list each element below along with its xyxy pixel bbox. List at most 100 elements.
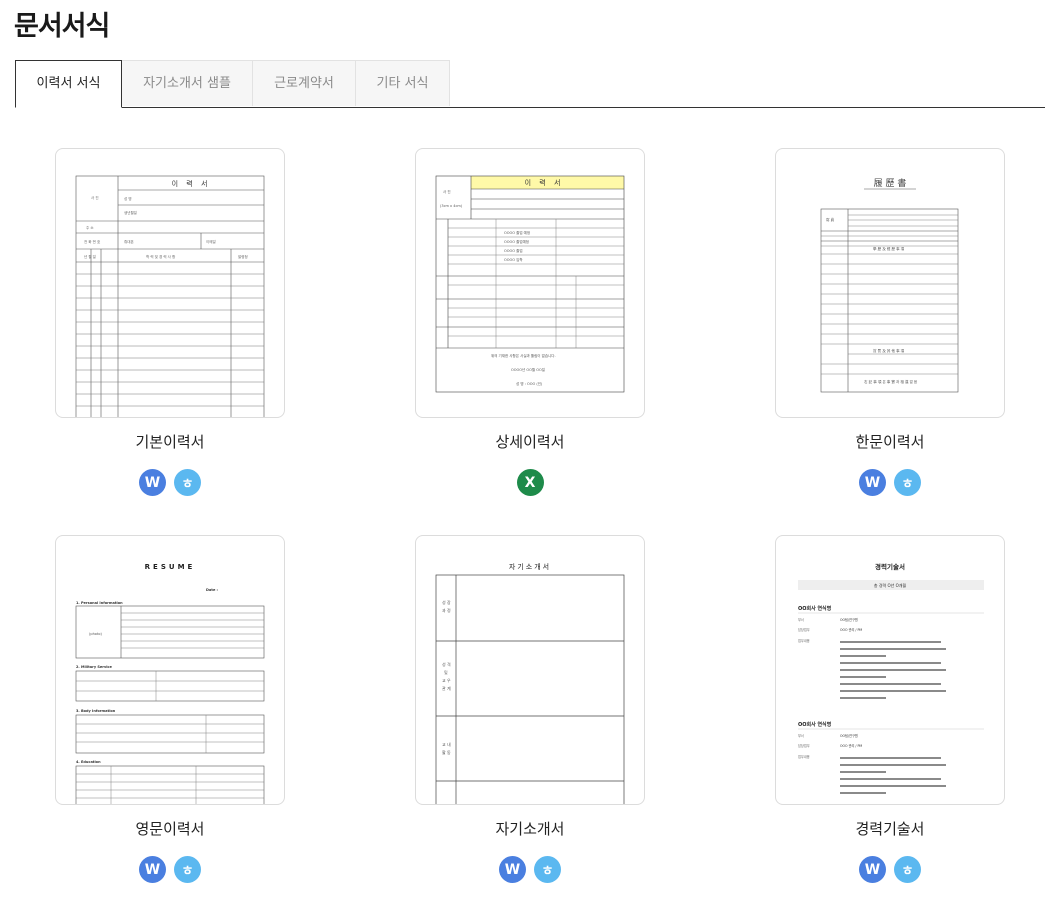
career-description-preview: 경력기술서 총 경력 O년 O개월 OO회사 연식명 부서담당업무업무내용 OO… (798, 562, 984, 794)
card-title: 경력기술서 (855, 820, 925, 838)
form-card-basic-resume: 이 력 서 사 진 성 명 생년월일 주 소전 화 번 호 휴대폰 이메일 년 월 일 학… (55, 148, 285, 496)
hanja-resume-thumbnail[interactable]: 履 歷 書 寫 眞學 歷 及 經 歷 事 項 賞 罰 及 其 他 事 項 右 記… (775, 148, 1005, 418)
format-badges: W ㅎ (55, 856, 285, 883)
svg-text:및: 및 (444, 669, 448, 675)
hwp-format-icon[interactable]: ㅎ (894, 856, 921, 883)
svg-text:담당업무: 담당업무 (798, 743, 810, 748)
svg-text:OOOO년 OO월 OO일: OOOO년 OO월 OO일 (511, 367, 545, 372)
svg-text:성 장: 성 장 (442, 599, 451, 605)
hwp-format-icon[interactable]: ㅎ (534, 856, 561, 883)
svg-text:1. Personal Information: 1. Personal Information (76, 601, 123, 605)
svg-text:성 명 : OOO (인): 성 명 : OOO (인) (516, 381, 543, 386)
svg-text:년 월 일: 년 월 일 (84, 254, 96, 259)
svg-text:OOOO 입학: OOOO 입학 (504, 257, 523, 262)
career-company-2-preview: OO회사 연식명 (798, 721, 832, 728)
english-resume-preview: RESUME 1. Personal Information 2. Militar… (75, 563, 265, 804)
svg-text:관 계: 관 계 (442, 685, 451, 691)
svg-text:담당업무: 담당업무 (798, 627, 810, 632)
tab-other-forms[interactable]: 기타 서식 (355, 60, 450, 106)
word-format-icon[interactable]: W (139, 469, 166, 496)
svg-text:생년월일: 생년월일 (124, 210, 137, 215)
career-company-1-preview: OO회사 연식명 (798, 605, 832, 612)
svg-text:2. Military Service: 2. Military Service (76, 665, 113, 669)
svg-text:(photo): (photo) (89, 632, 102, 636)
hanja-resume-preview-title: 履 歷 書 (874, 177, 907, 189)
card-title: 한문이력서 (855, 433, 925, 451)
hwp-format-icon[interactable]: ㅎ (174, 856, 201, 883)
svg-text:學 歷 及 經 歷 事 項: 學 歷 及 經 歷 事 項 (873, 246, 905, 251)
svg-text:右 記 事 項 은 事 實 과 相 違 없 음: 右 記 事 項 은 事 實 과 相 違 없 음 (864, 379, 918, 384)
svg-text:OOO 관리 / PM: OOO 관리 / PM (840, 627, 862, 632)
format-badges: W ㅎ (55, 469, 285, 496)
career-description-preview-title: 경력기술서 (875, 562, 905, 571)
card-title: 상세이력서 (495, 433, 565, 451)
svg-text:OOOO 졸업: OOOO 졸업 (504, 248, 523, 253)
svg-text:업무내용: 업무내용 (798, 638, 810, 643)
svg-text:OOO 관리 / PM: OOO 관리 / PM (840, 743, 862, 748)
format-badges: X (415, 469, 645, 496)
english-resume-thumbnail[interactable]: RESUME 1. Personal Information 2. Militar… (55, 535, 285, 805)
svg-text:교 우: 교 우 (442, 678, 451, 683)
form-card-hanja-resume: 履 歷 書 寫 眞學 歷 及 經 歷 事 項 賞 罰 及 其 他 事 項 右 記… (775, 148, 1005, 496)
svg-text:부서: 부서 (798, 733, 804, 738)
svg-text:발령청: 발령청 (238, 254, 248, 259)
tab-employment-contract[interactable]: 근로계약서 (252, 60, 356, 106)
basic-resume-preview: 이 력 서 사 진 성 명생년월일 주 소전 화 번 호 휴대폰 이메일년 월 일 학… (75, 175, 265, 417)
svg-text:전 화 번 호: 전 화 번 호 (84, 239, 101, 244)
card-title: 영문이력서 (135, 820, 205, 838)
svg-text:4. Education: 4. Education (76, 760, 101, 764)
english-resume-preview-title: RESUME (145, 563, 196, 571)
svg-text:Date :: Date : (206, 588, 219, 592)
svg-text:휴대폰: 휴대폰 (124, 239, 134, 244)
svg-text:OO팀/연구원: OO팀/연구원 (840, 733, 858, 738)
svg-text:부서: 부서 (798, 617, 804, 622)
career-description-thumbnail[interactable]: 경력기술서 총 경력 O년 O개월 OO회사 연식명 부서 담당업무 업무내용 OO… (775, 535, 1005, 805)
hwp-format-icon[interactable]: ㅎ (174, 469, 201, 496)
svg-text:교 내: 교 내 (442, 741, 451, 747)
form-card-cover-letter: 자기소개서 성 장과 정 성 격및교 우관 계 교 내활 동 자기소개서 W ㅎ (415, 535, 645, 883)
svg-text:OO팀/연구원: OO팀/연구원 (840, 617, 858, 622)
svg-text:위의 기재한 사항은 사실과 틀림이 없습니다.: 위의 기재한 사항은 사실과 틀림이 없습니다. (491, 353, 556, 358)
svg-text:(3cm x 4cm): (3cm x 4cm) (440, 204, 463, 208)
card-title: 기본이력서 (135, 433, 205, 451)
cover-letter-preview: 자기소개서 성 장과 정 성 격및교 우관 계 교 내활 동 (435, 562, 625, 804)
svg-text:OOOO 졸업예정: OOOO 졸업예정 (504, 239, 529, 244)
card-title: 자기소개서 (495, 820, 565, 838)
tab-cover-letter-samples[interactable]: 자기소개서 샘플 (121, 60, 253, 106)
svg-text:賞 罰 及 其 他 事 項: 賞 罰 及 其 他 事 項 (873, 348, 905, 353)
svg-text:과 정: 과 정 (442, 607, 451, 613)
cover-letter-preview-title: 자기소개서 (509, 562, 551, 571)
tab-resume-forms[interactable]: 이력서 서식 (15, 60, 122, 108)
format-badges: W ㅎ (775, 856, 1005, 883)
hwp-format-icon[interactable]: ㅎ (894, 469, 921, 496)
form-card-career-description: 경력기술서 총 경력 O년 O개월 OO회사 연식명 부서 담당업무 업무내용 OO… (775, 535, 1005, 883)
word-format-icon[interactable]: W (859, 469, 886, 496)
form-card-detailed-resume: 이 력 서 사 진 (3cm x 4cm) OOOO 졸업 예정 OOOO 졸업예정… (415, 148, 645, 496)
format-badges: W ㅎ (415, 856, 645, 883)
svg-text:활 동: 활 동 (442, 749, 451, 755)
excel-format-icon[interactable]: X (516, 469, 544, 496)
svg-text:업무내용: 업무내용 (798, 754, 810, 759)
page-title: 문서서식 (14, 11, 110, 42)
hanja-resume-preview: 履 歷 書 寫 眞學 歷 及 經 歷 事 項 賞 罰 及 其 他 事 項右 記 … (820, 177, 959, 393)
svg-text:주 소: 주 소 (86, 225, 94, 230)
svg-text:OOOO 졸업 예정: OOOO 졸업 예정 (504, 230, 530, 235)
svg-text:寫 眞: 寫 眞 (826, 217, 835, 222)
svg-text:사 진: 사 진 (443, 189, 451, 194)
basic-resume-preview-title: 이 력 서 (172, 179, 211, 188)
word-format-icon[interactable]: W (139, 856, 166, 883)
detailed-resume-thumbnail[interactable]: 이 력 서 사 진 (3cm x 4cm) OOOO 졸업 예정 OOOO 졸업예정… (415, 148, 645, 418)
form-card-english-resume: RESUME 1. Personal Information 2. Militar… (55, 535, 285, 883)
svg-text:성 격: 성 격 (442, 661, 451, 667)
svg-text:성 명: 성 명 (124, 196, 132, 201)
svg-text:사 진: 사 진 (91, 195, 99, 200)
word-format-icon[interactable]: W (859, 856, 886, 883)
cover-letter-thumbnail[interactable]: 자기소개서 성 장과 정 성 격및교 우관 계 교 내활 동 (415, 535, 645, 805)
svg-text:이메일: 이메일 (206, 239, 216, 244)
tab-bar: 이력서 서식 자기소개서 샘플 근로계약서 기타 서식 (15, 60, 1045, 108)
detailed-resume-preview: 이 력 서 사 진 (3cm x 4cm) OOOO 졸업 예정 OOOO 졸업예정… (435, 175, 625, 393)
career-total-preview: 총 경력 O년 O개월 (874, 582, 907, 588)
detailed-resume-preview-title: 이 력 서 (525, 178, 564, 187)
word-format-icon[interactable]: W (499, 856, 526, 883)
basic-resume-thumbnail[interactable]: 이 력 서 사 진 성 명 생년월일 주 소전 화 번 호 휴대폰 이메일 년 월 일 학… (55, 148, 285, 418)
